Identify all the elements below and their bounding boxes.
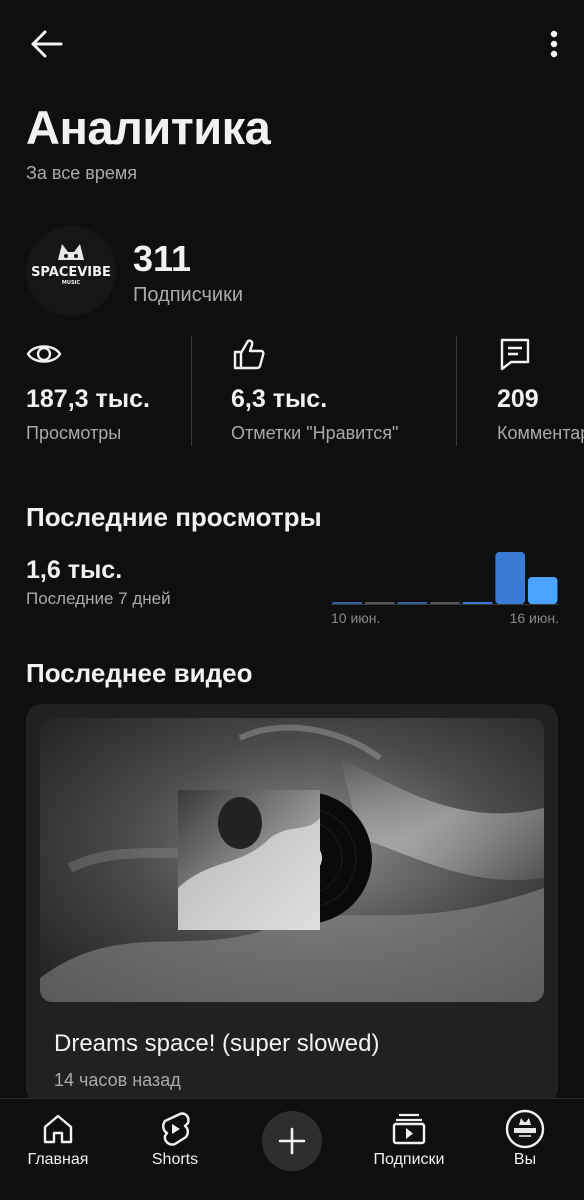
chart-bar bbox=[495, 552, 525, 604]
shorts-icon bbox=[162, 1112, 190, 1146]
comments-label: Комментарии bbox=[497, 423, 584, 443]
recent-views-period: Последние 7 дней bbox=[26, 589, 171, 608]
nav-shorts[interactable]: Shorts bbox=[140, 1099, 210, 1200]
svg-text:SPACEVIBE: SPACEVIBE bbox=[31, 265, 111, 280]
stats-row: 187,3 тыс. Просмотры 6,3 тыс. Отметки "Н… bbox=[0, 330, 584, 448]
recent-views-value: 1,6 тыс. bbox=[26, 556, 123, 584]
chart-bar bbox=[462, 602, 493, 604]
back-arrow-icon bbox=[31, 30, 63, 58]
views-label: Просмотры bbox=[26, 423, 122, 443]
chart-start-label: 10 июн. bbox=[331, 610, 380, 626]
latest-video-card[interactable]: Dreams space! (super slowed) 14 часов на… bbox=[26, 704, 558, 1104]
period-subtitle: За все время bbox=[26, 163, 137, 183]
nav-you-label: Вы bbox=[513, 1151, 537, 1168]
chart-bar bbox=[365, 602, 395, 604]
bottom-navigation: Главная Shorts Подписки Вы bbox=[0, 1098, 584, 1200]
comment-icon bbox=[500, 338, 530, 371]
more-options-button[interactable] bbox=[542, 22, 566, 66]
chart-end-label: 16 июн. bbox=[510, 610, 559, 626]
nav-shorts-label: Shorts bbox=[151, 1151, 199, 1168]
stat-divider bbox=[191, 336, 192, 446]
spacevibe-logo-icon: SPACEVIBE MUSIC bbox=[31, 244, 111, 286]
comments-value: 209 bbox=[497, 385, 539, 413]
plus-icon bbox=[278, 1127, 306, 1155]
video-title[interactable]: Dreams space! (super slowed) bbox=[54, 1030, 379, 1058]
likes-value: 6,3 тыс. bbox=[231, 385, 328, 413]
stat-divider bbox=[456, 336, 457, 446]
subscribers-label: Подписчики bbox=[133, 284, 244, 306]
svg-text:MUSIC: MUSIC bbox=[62, 280, 80, 286]
nav-home-label: Главная bbox=[27, 1151, 89, 1168]
nav-you[interactable]: Вы bbox=[497, 1099, 553, 1200]
chart-bar bbox=[397, 602, 428, 604]
video-thumbnail[interactable] bbox=[40, 718, 544, 1002]
channel-avatar[interactable]: SPACEVIBE MUSIC bbox=[26, 226, 116, 316]
video-age: 14 часов назад bbox=[54, 1070, 181, 1090]
page-title: Аналитика bbox=[26, 101, 271, 154]
chart-bar bbox=[430, 602, 460, 604]
video-thumbnail-image bbox=[40, 718, 544, 1002]
home-icon bbox=[43, 1114, 73, 1144]
recent-views-chart[interactable]: 10 июн. 16 июн. bbox=[331, 548, 559, 628]
channel-summary: SPACEVIBE MUSIC 311 Подписчики bbox=[26, 226, 566, 316]
top-app-bar bbox=[0, 0, 584, 86]
back-button[interactable] bbox=[22, 22, 70, 66]
nav-subscriptions[interactable]: Подписки bbox=[366, 1099, 452, 1200]
more-vertical-icon bbox=[550, 30, 558, 58]
chart-bar bbox=[527, 577, 558, 604]
latest-video-title: Последнее видео bbox=[26, 658, 253, 688]
thumbs-up-icon bbox=[233, 339, 265, 370]
profile-avatar-icon bbox=[505, 1109, 545, 1149]
chart-bar bbox=[332, 602, 363, 604]
stat-likes[interactable]: 6,3 тыс. Отметки "Нравится" bbox=[231, 330, 446, 448]
views-value: 187,3 тыс. bbox=[26, 385, 150, 413]
create-button[interactable] bbox=[262, 1111, 322, 1171]
eye-icon bbox=[26, 345, 62, 363]
stat-views[interactable]: 187,3 тыс. Просмотры bbox=[26, 330, 186, 448]
nav-subscriptions-label: Подписки bbox=[373, 1151, 445, 1168]
stat-comments[interactable]: 209 Комментарии bbox=[497, 330, 584, 448]
subscriptions-icon bbox=[392, 1113, 426, 1145]
subscribers-count: 311 bbox=[133, 238, 192, 279]
likes-label: Отметки "Нравится" bbox=[231, 423, 399, 443]
recent-views-title: Последние просмотры bbox=[26, 502, 322, 532]
nav-home[interactable]: Главная bbox=[20, 1099, 96, 1200]
